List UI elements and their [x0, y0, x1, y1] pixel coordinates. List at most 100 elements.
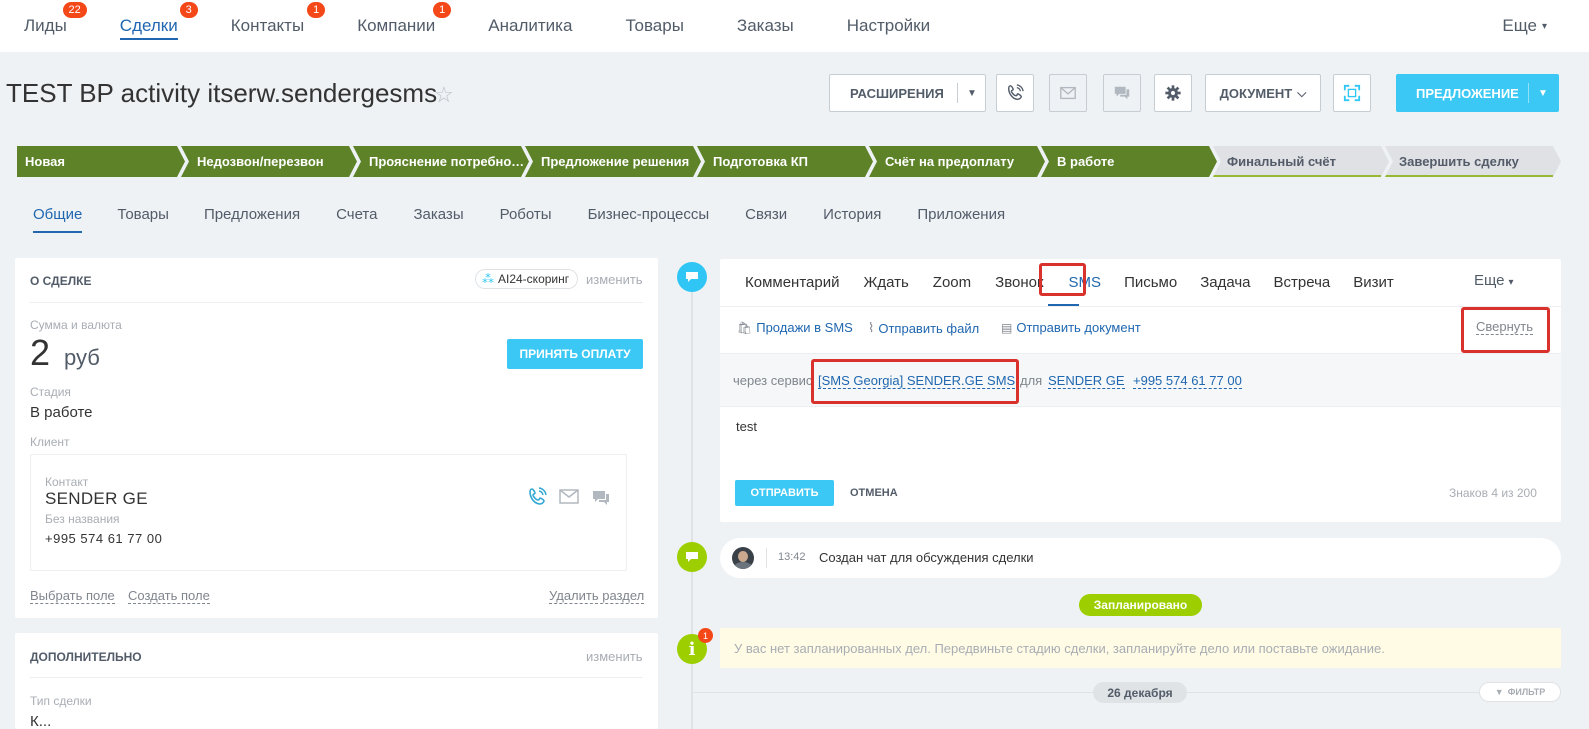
avatar-face — [738, 551, 748, 562]
timeline-event[interactable]: 13:42 Создан чат для обсуждения сделки — [720, 538, 1561, 578]
nav-item-products[interactable]: Товары — [625, 0, 683, 52]
tab-applications[interactable]: Приложения — [917, 206, 1005, 233]
tab-call[interactable]: Звонок — [995, 274, 1043, 291]
event-text: Создан чат для обсуждения сделки — [819, 550, 1034, 565]
tab-comment[interactable]: Комментарий — [745, 274, 839, 291]
info-count-badge: 1 — [698, 628, 713, 643]
tab-proposals[interactable]: Предложения — [204, 206, 300, 233]
nav-badge: 1 — [307, 2, 326, 18]
delete-section-link[interactable]: Удалить раздел — [549, 587, 645, 605]
tab-meeting[interactable]: Встреча — [1274, 274, 1331, 291]
tab-visit[interactable]: Визит — [1353, 274, 1394, 291]
gear-icon — [1165, 85, 1181, 101]
nav-item-contacts[interactable]: Контакты 1 — [231, 0, 326, 52]
phone-icon[interactable] — [527, 487, 547, 507]
tab-links[interactable]: Связи — [745, 206, 787, 233]
extensions-button[interactable]: РАСШИРЕНИЯ ▼ — [829, 74, 986, 112]
contact-phone[interactable]: +995 574 61 77 00 — [45, 531, 162, 546]
planned-badge: Запланировано — [1079, 594, 1202, 616]
chat-button[interactable] — [1103, 74, 1141, 112]
stage-label: Завершить сделку — [1399, 154, 1519, 169]
scan-button[interactable] — [1333, 74, 1371, 112]
page-title: TEST BP activity itserw.sendergesms — [6, 78, 438, 108]
sms-sales-action[interactable]: 🛍 Продажи в SMS — [737, 320, 853, 335]
recipient-select[interactable]: SENDER GE — [1048, 372, 1125, 390]
nav-item-analytics[interactable]: Аналитика — [488, 0, 572, 52]
send-file-action[interactable]: ⌇ Отправить файл — [868, 320, 979, 336]
tab-orders[interactable]: Заказы — [413, 206, 463, 233]
recipient-phone-select[interactable]: +995 574 61 77 00 — [1133, 372, 1242, 390]
nav-item-leads[interactable]: Лиды 22 — [24, 0, 87, 52]
stage-label: Счёт на предоплату — [885, 154, 1015, 169]
nav-more-button[interactable]: Еще ▾ — [1502, 0, 1547, 52]
stage-prepare-kp[interactable]: Подготовка КП — [697, 146, 873, 177]
send-document-action[interactable]: ▤ Отправить документ — [1001, 320, 1141, 335]
tab-robots[interactable]: Роботы — [500, 206, 552, 233]
ai-scoring-chip[interactable]: ⁂ AI24-скоринг — [475, 269, 579, 289]
tab-letter[interactable]: Письмо — [1124, 274, 1177, 291]
deal-type-label: Тип сделки — [30, 694, 92, 708]
nav-item-label: Аналитика — [488, 16, 573, 35]
extensions-label: РАСШИРЕНИЯ — [850, 85, 944, 101]
stage-label: Подготовка КП — [713, 154, 808, 169]
phone-button[interactable] — [996, 74, 1034, 112]
additional-card: ДОПОЛНИТЕЛЬНО изменить Тип сделки К... — [15, 633, 658, 729]
nav-item-companies[interactable]: Компании 1 — [357, 0, 452, 52]
caret-down-icon[interactable]: ▼ — [967, 88, 977, 99]
accept-payment-button[interactable]: ПРИНЯТЬ ОПЛАТУ — [507, 339, 643, 369]
tab-general[interactable]: Общие — [33, 206, 83, 233]
chat-icon[interactable] — [591, 488, 611, 508]
tab-task[interactable]: Задача — [1200, 274, 1250, 291]
sms-sales-label: Продажи в SMS — [756, 320, 853, 335]
stage-clarify-needs[interactable]: Прояснение потребнос... — [353, 146, 529, 177]
nav-item-label: Сделки — [119, 16, 178, 35]
tab-wait[interactable]: Ждать — [863, 274, 908, 291]
stage-in-progress[interactable]: В работе — [1041, 146, 1217, 177]
stage-prepayment-invoice[interactable]: Счёт на предоплату — [869, 146, 1045, 177]
send-button[interactable]: ОТПРАВИТЬ — [735, 480, 834, 506]
stage-new[interactable]: Новая — [17, 146, 185, 177]
document-button[interactable]: ДОКУМЕНТ ⌵ — [1205, 74, 1321, 112]
caret-down-icon[interactable]: ▼ — [1538, 88, 1548, 99]
composer-more[interactable]: Еще ▾ — [1474, 272, 1514, 289]
about-deal-card: О СДЕЛКЕ ⁂ AI24-скоринг изменить Сумма и… — [15, 258, 658, 618]
recipient-label: SENDER GE — [1048, 373, 1125, 389]
tab-invoices[interactable]: Счета — [336, 206, 377, 233]
about-edit-link[interactable]: изменить — [586, 272, 643, 287]
stage-solution-offer[interactable]: Предложение решения — [525, 146, 701, 177]
proposal-button[interactable]: ПРЕДЛОЖЕНИЕ ▼ — [1396, 74, 1559, 112]
stage-label: Предложение решения — [541, 154, 690, 169]
nav-item-label: Компании — [357, 16, 436, 35]
stage-final-invoice[interactable]: Финальный счёт — [1213, 146, 1389, 177]
event-divider — [766, 548, 767, 568]
create-field-link[interactable]: Создать поле — [128, 587, 210, 605]
stage-close-deal[interactable]: Завершить сделку — [1385, 146, 1561, 177]
message-textarea[interactable]: test — [736, 419, 757, 434]
tab-business-processes[interactable]: Бизнес-процессы — [588, 206, 710, 233]
deal-type-value: К... — [30, 713, 52, 729]
stage-label: Прояснение потребнос... — [369, 154, 529, 169]
proposal-divider — [1528, 83, 1529, 103]
nav-item-deals[interactable]: Сделки 3 — [119, 0, 198, 52]
email-button[interactable] — [1049, 74, 1087, 112]
date-badge: 26 декабря — [1093, 682, 1187, 703]
contact-name[interactable]: SENDER GE — [45, 489, 148, 509]
additional-edit-link[interactable]: изменить — [586, 649, 643, 664]
cancel-button[interactable]: ОТМЕНА — [850, 487, 898, 499]
tab-history[interactable]: История — [823, 206, 881, 233]
tab-zoom[interactable]: Zoom — [933, 274, 971, 291]
star-icon[interactable]: ☆ — [434, 82, 454, 108]
send-document-label: Отправить документ — [1016, 320, 1141, 335]
ai-scoring-label: AI24-скоринг — [498, 272, 570, 286]
nav-item-settings[interactable]: Настройки — [847, 0, 930, 52]
stage-no-answer[interactable]: Недозвон/перезвон — [181, 146, 357, 177]
composer-more-label: Еще — [1474, 272, 1505, 289]
empty-plan-notice: У вас нет запланированных дел. Передвинь… — [720, 628, 1561, 668]
settings-button[interactable] — [1154, 74, 1192, 112]
filter-button[interactable]: ▼ ФИЛЬТР — [1479, 682, 1561, 702]
stage-label: Стадия — [30, 385, 71, 399]
tab-products[interactable]: Товары — [117, 206, 169, 233]
nav-item-orders[interactable]: Заказы — [737, 0, 794, 52]
choose-field-link[interactable]: Выбрать поле — [30, 587, 115, 605]
envelope-icon[interactable] — [559, 489, 579, 505]
